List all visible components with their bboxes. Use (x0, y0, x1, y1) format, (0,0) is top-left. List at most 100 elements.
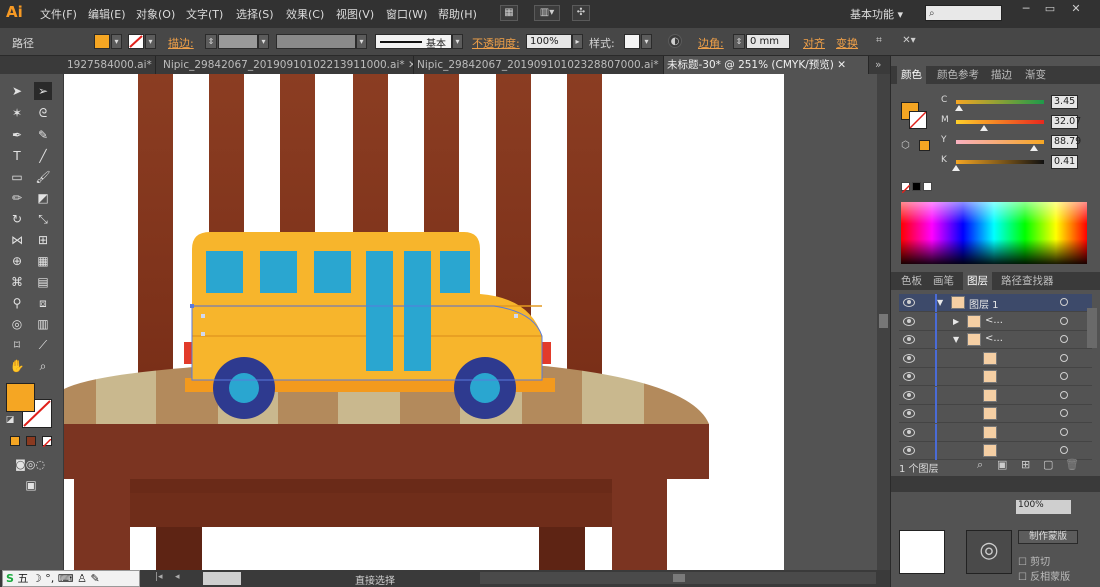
magenta-slider[interactable]: M 32.07 (891, 112, 1100, 132)
vertical-scrollbar[interactable] (877, 74, 890, 570)
channel-value[interactable]: 88.79 (1051, 135, 1081, 149)
stroke-weight-stepper[interactable]: ⇕ (205, 34, 217, 49)
white-color-swatch[interactable] (923, 182, 932, 191)
workspace-switcher[interactable]: 基本功能 ▾ (850, 6, 903, 22)
seat-lower-rail[interactable] (128, 493, 613, 527)
expand-toggle-icon[interactable]: ▼ (937, 298, 943, 307)
tab-overflow-icon[interactable]: » (872, 56, 890, 74)
new-layer-icon[interactable]: ▢ (1043, 458, 1053, 471)
pencil-tool-icon[interactable]: ✏ (8, 189, 26, 207)
mesh-tool-icon[interactable]: ⌘ (8, 273, 26, 291)
bridge-icon[interactable]: ▦ (500, 5, 518, 21)
layer-name[interactable]: <... (985, 315, 1003, 326)
anchor-point[interactable] (514, 314, 518, 318)
menu-window[interactable]: 窗口(W) (386, 6, 427, 22)
chair-leg[interactable] (612, 479, 667, 570)
visibility-eye-icon[interactable] (903, 316, 915, 326)
slider-knob[interactable] (980, 125, 989, 131)
color-spectrum-shade[interactable] (901, 202, 1087, 264)
type-tool-icon[interactable]: T (8, 147, 26, 165)
scale-tool-icon[interactable]: ⤡ (34, 210, 52, 228)
horizontal-scrollbar[interactable] (480, 572, 876, 584)
clipping-mask-icon[interactable]: ▣ (997, 458, 1007, 471)
layer-name[interactable]: 图层 1 (969, 296, 999, 311)
chair-slat[interactable] (138, 74, 173, 374)
color-mode-icon[interactable] (10, 436, 20, 446)
layer-target-icon[interactable] (1060, 390, 1068, 399)
layer-row[interactable] (899, 405, 1092, 423)
slider-knob[interactable] (1030, 145, 1039, 151)
layer-row[interactable] (899, 368, 1092, 386)
bus-window[interactable] (440, 251, 470, 293)
fill-swatch[interactable] (94, 34, 110, 49)
menu-edit[interactable]: 编辑(E) (88, 6, 126, 22)
bus-window[interactable] (314, 251, 351, 293)
menu-select[interactable]: 选择(S) (236, 6, 274, 22)
anchor-point[interactable] (201, 332, 205, 336)
rectangle-tool-icon[interactable]: ▭ (8, 168, 26, 186)
recolor-artwork-icon[interactable]: ◐ (668, 34, 682, 48)
artboard[interactable] (64, 74, 784, 570)
layer-target-icon[interactable] (1060, 335, 1068, 343)
tab-gradient[interactable]: 渐变 (1021, 66, 1050, 84)
channel-value[interactable]: 3.45 (1051, 95, 1078, 109)
layer-row[interactable] (899, 386, 1092, 405)
magic-wand-tool-icon[interactable]: ✶ (8, 104, 26, 122)
variable-width-dropdown[interactable]: ▾ (356, 34, 367, 49)
layer-target-icon[interactable] (1060, 427, 1068, 436)
menu-file[interactable]: 文件(F) (40, 6, 77, 22)
black-color-swatch[interactable] (912, 182, 921, 191)
layer-row[interactable]: ▼ <... (899, 331, 1092, 349)
search-input[interactable]: ⌕ (925, 5, 1002, 21)
style-dropdown[interactable]: ▾ (641, 34, 652, 49)
stroke-dropdown[interactable]: ▾ (145, 34, 156, 49)
opacity-field[interactable]: 100% (526, 34, 572, 49)
tab-color[interactable]: 颜色 (897, 66, 926, 84)
layer-target-icon[interactable] (1060, 446, 1068, 454)
make-mask-button[interactable]: 制作蒙版 (1018, 530, 1078, 544)
seat-apron[interactable] (64, 424, 709, 479)
none-color-swatch[interactable] (901, 182, 911, 194)
tools-panel-header[interactable] (0, 56, 63, 74)
layer-target-icon[interactable] (1060, 353, 1068, 362)
curvature-tool-icon[interactable]: ✎ (34, 126, 52, 144)
tab-document-3[interactable]: Nipic_29842067_20190910102328807000.ai* … (414, 56, 664, 74)
variable-width-field[interactable] (276, 34, 356, 49)
invert-mask-checkbox[interactable]: ☐ 反相蒙版 (1018, 568, 1070, 583)
first-page-icon[interactable]: |◂ (155, 572, 165, 584)
tab-pathfinder[interactable]: 路径查找器 (997, 272, 1058, 290)
menu-object[interactable]: 对象(O) (136, 6, 175, 22)
free-transform-tool-icon[interactable]: ⊞ (34, 231, 52, 249)
expand-toggle-icon[interactable]: ▼ (953, 335, 959, 344)
brush-definition-field[interactable]: 基本 (375, 34, 452, 50)
object-thumbnail[interactable] (899, 530, 945, 574)
visibility-eye-icon[interactable] (903, 372, 915, 381)
gradient-tool-icon[interactable]: ▤ (34, 273, 52, 291)
opacity-label[interactable]: 不透明度: (472, 35, 520, 51)
slice-tool-icon[interactable]: ⟋ (34, 336, 52, 354)
layer-row[interactable] (899, 442, 1092, 460)
channel-value[interactable]: 0.41 (1051, 155, 1078, 169)
corner-field[interactable]: 0 mm (746, 34, 790, 49)
screen-mode-icon[interactable]: ▣ (20, 476, 42, 494)
channel-value[interactable]: 32.07 (1051, 115, 1081, 129)
tab-document-active[interactable]: 未标题-30* @ 251% (CMYK/预览) ✕ (664, 56, 869, 74)
tab-swatches[interactable]: 色板 (897, 272, 926, 290)
tab-document-1[interactable]: 1927584000.ai* (64, 56, 156, 74)
slider-track[interactable] (956, 100, 1044, 104)
layer-target-icon[interactable] (1060, 298, 1068, 306)
pen-tool-icon[interactable]: ✒ (8, 126, 26, 144)
tab-color-guide[interactable]: 颜色参考 (933, 66, 983, 84)
stroke-weight-dropdown[interactable]: ▾ (258, 34, 269, 49)
previous-page-icon[interactable]: ◂ (175, 572, 185, 584)
shape-builder-tool-icon[interactable]: ⊕ (8, 252, 26, 270)
brush-dropdown[interactable]: ▾ (452, 34, 463, 49)
selection-tool-icon[interactable]: ➤ (8, 82, 26, 100)
close-icon[interactable]: ✕ (837, 59, 846, 71)
layer-row[interactable] (899, 349, 1092, 368)
perspective-grid-tool-icon[interactable]: ▦ (34, 252, 52, 270)
slider-track[interactable] (956, 120, 1044, 124)
corner-label[interactable]: 边角: (698, 35, 724, 51)
transparency-panel-header[interactable] (891, 476, 1100, 492)
line-tool-icon[interactable]: ╱ (34, 147, 52, 165)
